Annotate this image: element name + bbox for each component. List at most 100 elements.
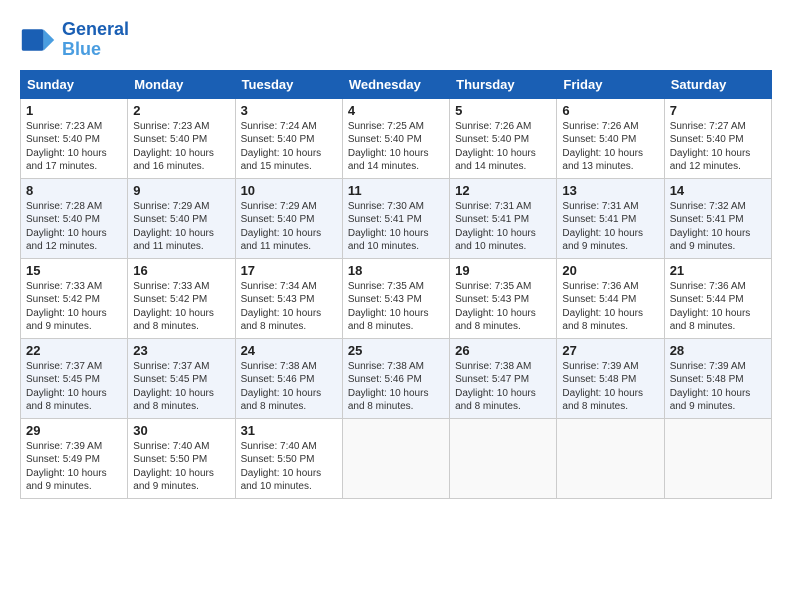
calendar-cell: 18 Sunrise: 7:35 AMSunset: 5:43 PMDaylig… xyxy=(342,258,449,338)
day-info: Sunrise: 7:37 AMSunset: 5:45 PMDaylight:… xyxy=(26,361,107,413)
day-number: 31 xyxy=(241,423,337,438)
day-info: Sunrise: 7:39 AMSunset: 5:49 PMDaylight:… xyxy=(26,441,107,493)
calendar-cell: 22 Sunrise: 7:37 AMSunset: 5:45 PMDaylig… xyxy=(21,338,128,418)
calendar-cell: 12 Sunrise: 7:31 AMSunset: 5:41 PMDaylig… xyxy=(450,178,557,258)
day-info: Sunrise: 7:23 AMSunset: 5:40 PMDaylight:… xyxy=(133,121,214,173)
day-info: Sunrise: 7:34 AMSunset: 5:43 PMDaylight:… xyxy=(241,281,322,333)
day-info: Sunrise: 7:31 AMSunset: 5:41 PMDaylight:… xyxy=(455,201,536,253)
week-row-4: 22 Sunrise: 7:37 AMSunset: 5:45 PMDaylig… xyxy=(21,338,772,418)
page-header: General Blue xyxy=(20,20,772,60)
day-number: 16 xyxy=(133,263,229,278)
day-info: Sunrise: 7:29 AMSunset: 5:40 PMDaylight:… xyxy=(133,201,214,253)
calendar-cell: 23 Sunrise: 7:37 AMSunset: 5:45 PMDaylig… xyxy=(128,338,235,418)
day-number: 25 xyxy=(348,343,444,358)
day-number: 11 xyxy=(348,183,444,198)
day-number: 12 xyxy=(455,183,551,198)
day-number: 17 xyxy=(241,263,337,278)
day-number: 8 xyxy=(26,183,122,198)
day-number: 2 xyxy=(133,103,229,118)
calendar-cell: 8 Sunrise: 7:28 AMSunset: 5:40 PMDayligh… xyxy=(21,178,128,258)
day-info: Sunrise: 7:38 AMSunset: 5:46 PMDaylight:… xyxy=(348,361,429,413)
calendar-cell xyxy=(342,418,449,498)
calendar-cell: 10 Sunrise: 7:29 AMSunset: 5:40 PMDaylig… xyxy=(235,178,342,258)
day-info: Sunrise: 7:26 AMSunset: 5:40 PMDaylight:… xyxy=(455,121,536,173)
week-row-2: 8 Sunrise: 7:28 AMSunset: 5:40 PMDayligh… xyxy=(21,178,772,258)
day-info: Sunrise: 7:39 AMSunset: 5:48 PMDaylight:… xyxy=(670,361,751,413)
day-number: 10 xyxy=(241,183,337,198)
calendar-cell: 4 Sunrise: 7:25 AMSunset: 5:40 PMDayligh… xyxy=(342,98,449,178)
calendar-cell: 14 Sunrise: 7:32 AMSunset: 5:41 PMDaylig… xyxy=(664,178,771,258)
col-header-saturday: Saturday xyxy=(664,70,771,98)
day-number: 24 xyxy=(241,343,337,358)
calendar-cell: 19 Sunrise: 7:35 AMSunset: 5:43 PMDaylig… xyxy=(450,258,557,338)
col-header-tuesday: Tuesday xyxy=(235,70,342,98)
day-info: Sunrise: 7:23 AMSunset: 5:40 PMDaylight:… xyxy=(26,121,107,173)
calendar-cell: 9 Sunrise: 7:29 AMSunset: 5:40 PMDayligh… xyxy=(128,178,235,258)
calendar-cell: 1 Sunrise: 7:23 AMSunset: 5:40 PMDayligh… xyxy=(21,98,128,178)
day-number: 22 xyxy=(26,343,122,358)
day-number: 30 xyxy=(133,423,229,438)
day-info: Sunrise: 7:36 AMSunset: 5:44 PMDaylight:… xyxy=(670,281,751,333)
calendar-cell: 30 Sunrise: 7:40 AMSunset: 5:50 PMDaylig… xyxy=(128,418,235,498)
header-row: SundayMondayTuesdayWednesdayThursdayFrid… xyxy=(21,70,772,98)
day-info: Sunrise: 7:39 AMSunset: 5:48 PMDaylight:… xyxy=(562,361,643,413)
day-number: 1 xyxy=(26,103,122,118)
day-number: 14 xyxy=(670,183,766,198)
day-info: Sunrise: 7:37 AMSunset: 5:45 PMDaylight:… xyxy=(133,361,214,413)
calendar-cell: 15 Sunrise: 7:33 AMSunset: 5:42 PMDaylig… xyxy=(21,258,128,338)
day-info: Sunrise: 7:26 AMSunset: 5:40 PMDaylight:… xyxy=(562,121,643,173)
calendar-cell xyxy=(450,418,557,498)
col-header-thursday: Thursday xyxy=(450,70,557,98)
day-info: Sunrise: 7:33 AMSunset: 5:42 PMDaylight:… xyxy=(133,281,214,333)
calendar-cell: 11 Sunrise: 7:30 AMSunset: 5:41 PMDaylig… xyxy=(342,178,449,258)
day-number: 5 xyxy=(455,103,551,118)
logo-text: General Blue xyxy=(62,20,129,60)
day-info: Sunrise: 7:35 AMSunset: 5:43 PMDaylight:… xyxy=(455,281,536,333)
day-number: 23 xyxy=(133,343,229,358)
calendar-cell: 20 Sunrise: 7:36 AMSunset: 5:44 PMDaylig… xyxy=(557,258,664,338)
col-header-friday: Friday xyxy=(557,70,664,98)
calendar-cell: 27 Sunrise: 7:39 AMSunset: 5:48 PMDaylig… xyxy=(557,338,664,418)
day-number: 3 xyxy=(241,103,337,118)
day-info: Sunrise: 7:38 AMSunset: 5:47 PMDaylight:… xyxy=(455,361,536,413)
day-number: 6 xyxy=(562,103,658,118)
day-info: Sunrise: 7:40 AMSunset: 5:50 PMDaylight:… xyxy=(133,441,214,493)
calendar-cell xyxy=(557,418,664,498)
day-number: 18 xyxy=(348,263,444,278)
day-number: 13 xyxy=(562,183,658,198)
day-info: Sunrise: 7:38 AMSunset: 5:46 PMDaylight:… xyxy=(241,361,322,413)
calendar-cell: 28 Sunrise: 7:39 AMSunset: 5:48 PMDaylig… xyxy=(664,338,771,418)
calendar-cell: 31 Sunrise: 7:40 AMSunset: 5:50 PMDaylig… xyxy=(235,418,342,498)
day-info: Sunrise: 7:36 AMSunset: 5:44 PMDaylight:… xyxy=(562,281,643,333)
day-number: 29 xyxy=(26,423,122,438)
day-number: 7 xyxy=(670,103,766,118)
col-header-sunday: Sunday xyxy=(21,70,128,98)
day-number: 26 xyxy=(455,343,551,358)
day-info: Sunrise: 7:35 AMSunset: 5:43 PMDaylight:… xyxy=(348,281,429,333)
day-number: 19 xyxy=(455,263,551,278)
day-info: Sunrise: 7:27 AMSunset: 5:40 PMDaylight:… xyxy=(670,121,751,173)
day-number: 4 xyxy=(348,103,444,118)
day-info: Sunrise: 7:30 AMSunset: 5:41 PMDaylight:… xyxy=(348,201,429,253)
day-info: Sunrise: 7:24 AMSunset: 5:40 PMDaylight:… xyxy=(241,121,322,173)
calendar-cell: 13 Sunrise: 7:31 AMSunset: 5:41 PMDaylig… xyxy=(557,178,664,258)
logo-icon xyxy=(20,22,56,58)
calendar-cell: 3 Sunrise: 7:24 AMSunset: 5:40 PMDayligh… xyxy=(235,98,342,178)
calendar-cell: 7 Sunrise: 7:27 AMSunset: 5:40 PMDayligh… xyxy=(664,98,771,178)
day-info: Sunrise: 7:33 AMSunset: 5:42 PMDaylight:… xyxy=(26,281,107,333)
calendar-cell: 24 Sunrise: 7:38 AMSunset: 5:46 PMDaylig… xyxy=(235,338,342,418)
day-info: Sunrise: 7:25 AMSunset: 5:40 PMDaylight:… xyxy=(348,121,429,173)
day-number: 9 xyxy=(133,183,229,198)
calendar-table: SundayMondayTuesdayWednesdayThursdayFrid… xyxy=(20,70,772,499)
day-number: 15 xyxy=(26,263,122,278)
calendar-cell: 29 Sunrise: 7:39 AMSunset: 5:49 PMDaylig… xyxy=(21,418,128,498)
calendar-cell: 2 Sunrise: 7:23 AMSunset: 5:40 PMDayligh… xyxy=(128,98,235,178)
day-number: 28 xyxy=(670,343,766,358)
calendar-cell: 6 Sunrise: 7:26 AMSunset: 5:40 PMDayligh… xyxy=(557,98,664,178)
week-row-3: 15 Sunrise: 7:33 AMSunset: 5:42 PMDaylig… xyxy=(21,258,772,338)
calendar-cell xyxy=(664,418,771,498)
day-info: Sunrise: 7:28 AMSunset: 5:40 PMDaylight:… xyxy=(26,201,107,253)
week-row-1: 1 Sunrise: 7:23 AMSunset: 5:40 PMDayligh… xyxy=(21,98,772,178)
calendar-cell: 17 Sunrise: 7:34 AMSunset: 5:43 PMDaylig… xyxy=(235,258,342,338)
day-number: 20 xyxy=(562,263,658,278)
